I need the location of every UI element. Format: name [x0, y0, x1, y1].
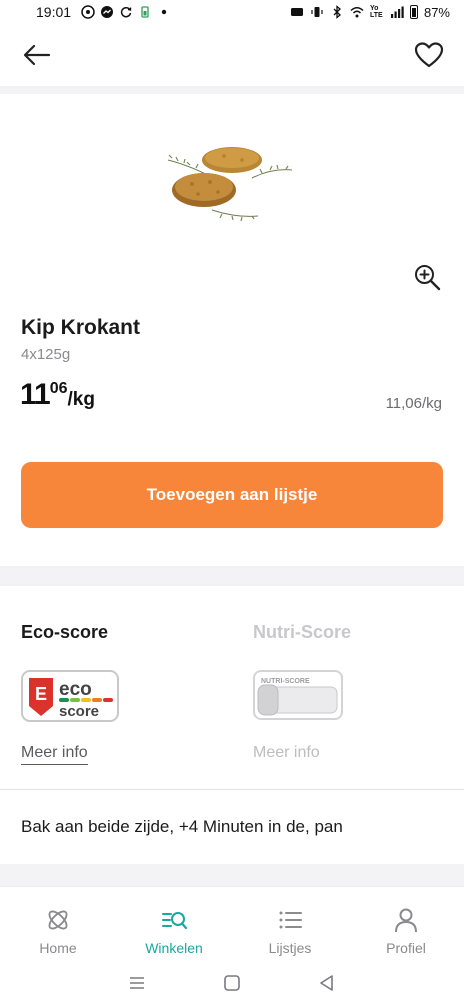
section-divider: [0, 566, 464, 586]
signal-icon: [390, 6, 404, 18]
nav-item-profiel[interactable]: Profiel: [348, 887, 464, 966]
back-arrow-icon[interactable]: [22, 42, 52, 68]
zoom-in-icon[interactable]: [412, 262, 442, 292]
notification-icons: [81, 5, 171, 19]
recent-apps-icon[interactable]: [127, 973, 147, 993]
nav-item-home[interactable]: Home: [0, 887, 116, 966]
profile-icon: [395, 908, 417, 933]
wifi-icon: [350, 7, 364, 18]
eco-grade: E: [35, 684, 47, 704]
product-name: Kip Krokant: [21, 316, 141, 339]
nav-label-winkelen: Winkelen: [145, 940, 203, 956]
battery-level: 87%: [423, 4, 450, 20]
dot-icon: [161, 9, 167, 15]
nutri-score-logo-icon: NUTRI-SCORE: [257, 678, 338, 716]
price-unit: /kg: [67, 389, 95, 410]
vibrate-icon: [311, 7, 323, 17]
eco-score-badge: E eco score: [21, 670, 119, 722]
price-euros: 11: [20, 378, 51, 411]
shop-search-icon: [162, 912, 187, 930]
nutri-badge-label: NUTRI-SCORE: [261, 678, 310, 685]
nav-item-winkelen[interactable]: Winkelen: [116, 887, 232, 966]
messenger-icon: [101, 6, 114, 18]
product-price: 11 06 /kg: [20, 378, 95, 412]
whatsapp-icon: [81, 5, 95, 19]
nutri-score-title: Nutri-Score: [253, 622, 352, 642]
system-navigation-bar: [0, 966, 464, 1000]
status-right: Yo LTE 87%: [290, 5, 450, 20]
nav-label-home: Home: [39, 940, 77, 956]
add-to-list-button[interactable]: Toevoegen aan lijstje: [21, 462, 443, 528]
eco-word: eco: [59, 679, 92, 700]
status-time: 19:01: [36, 4, 72, 20]
bluetooth-icon: [333, 5, 341, 19]
battery-saver-icon: [141, 6, 149, 18]
eco-sub: score: [59, 703, 99, 720]
product-size: 4x125g: [21, 346, 71, 363]
sync-icon: [120, 6, 132, 18]
divider-line: [0, 789, 464, 790]
nutri-score-badge: NUTRI-SCORE: [253, 670, 343, 720]
preparation-instructions: Bak aan beide zijde, +4 Minuten in de, p…: [21, 817, 343, 836]
home-button-icon[interactable]: [222, 973, 242, 993]
heart-icon[interactable]: [414, 41, 444, 69]
price-cents: 06: [49, 380, 68, 397]
nav-label-profiel: Profiel: [386, 940, 426, 956]
home-icon: [48, 910, 68, 930]
bottom-navigation: Home Winkelen Lijstjes Profiel: [0, 886, 464, 966]
section-divider: [0, 86, 464, 94]
top-app-bar: [0, 24, 464, 86]
nav-item-lijstjes[interactable]: Lijstjes: [232, 887, 348, 966]
eco-score-logo-icon: E eco score: [29, 678, 113, 720]
section-divider: [0, 864, 464, 886]
eco-score-title: Eco-score: [21, 622, 109, 642]
eco-more-info-link[interactable]: Meer info: [21, 744, 88, 765]
nutri-more-info-link[interactable]: Meer info: [253, 744, 320, 762]
unit-price: 11,06/kg: [385, 395, 442, 412]
back-button-icon[interactable]: [317, 973, 337, 993]
battery-icon: [409, 5, 418, 19]
nav-label-lijstjes: Lijstjes: [268, 940, 312, 956]
status-bar: 19:01 Yo LTE 87%: [0, 0, 464, 24]
nfc-icon: [290, 8, 303, 16]
list-icon: [279, 911, 302, 929]
network-label: Yo LTE: [369, 5, 383, 19]
product-image: [167, 147, 293, 222]
